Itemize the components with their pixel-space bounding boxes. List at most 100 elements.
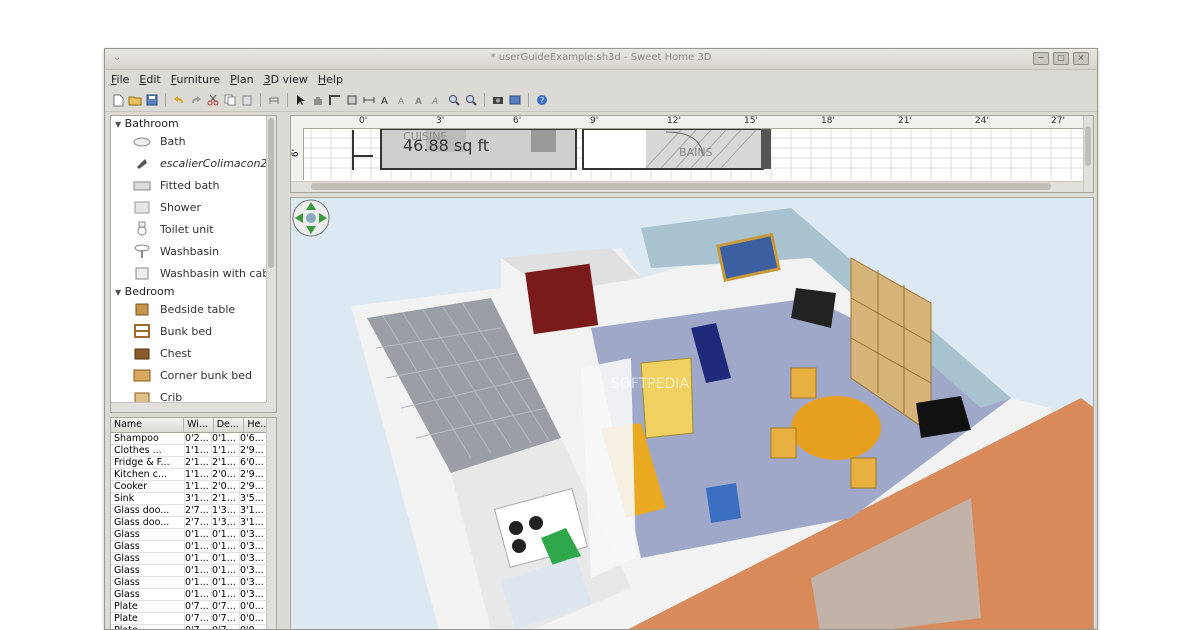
maximize-button[interactable]: □ [1053,52,1069,65]
menu-plan[interactable]: Plan [230,73,253,86]
text-bold-icon[interactable]: A [413,93,427,107]
plan-horizontal-scrollbar[interactable] [291,181,1084,192]
table-row[interactable]: Glass doo... 2'7... 1'3... 3'1... [111,517,276,529]
create-walls-icon[interactable] [328,93,342,107]
window-title: * userGuideExample.sh3d - Sweet Home 3D [490,52,712,63]
table-row[interactable]: Glass 0'1... 0'1... 0'3... [111,541,276,553]
table-cell: 0'1... [212,577,240,588]
table-row[interactable]: Glass 0'1... 0'1... 0'3... [111,529,276,541]
svg-text:A: A [431,97,438,106]
add-text-icon[interactable]: A [379,93,393,107]
category-bedroom[interactable]: ▼ Bedroom [115,285,174,298]
close-button[interactable]: × [1073,52,1089,65]
furniture-table[interactable]: Name Wi... De... He... Shampoo 0'2... 0'1.… [110,417,277,629]
table-row[interactable]: Sink 3'1... 2'1... 3'5... [111,493,276,505]
furniture-catalog[interactable]: ▼ Bathroom Bath escalierColimacon2 Fitte… [110,115,277,413]
chevron-down-icon[interactable]: ▼ [115,288,121,297]
chevron-down-icon[interactable]: ▼ [115,120,121,129]
catalog-item-fitted-bath[interactable]: Fitted bath [133,174,219,196]
plan-vertical-scrollbar[interactable] [1083,116,1093,192]
table-cell: Glass [111,553,185,564]
bunk-bed-icon [134,324,150,338]
create-dimensions-icon[interactable] [362,93,376,107]
select-icon[interactable] [294,93,308,107]
table-row[interactable]: Glass 0'1... 0'1... 0'3... [111,565,276,577]
scroll-thumb[interactable] [1085,126,1091,166]
plan-view[interactable]: CUISINE BAINS 46.88 sq ft 0' 3' 6' 9' 12… [290,115,1094,193]
app-window: ⌄ * userGuideExample.sh3d - Sweet Home 3… [104,48,1098,630]
closet-door [525,263,599,335]
new-home-icon[interactable] [111,93,125,107]
open-icon[interactable] [128,93,142,107]
table-row[interactable]: Clothes ... 1'1... 1'1... 2'9... [111,445,276,457]
table-cell: 0'3... [240,589,269,600]
table-row[interactable]: Glass 0'1... 0'1... 0'3... [111,589,276,601]
menu-help[interactable]: Help [318,73,343,86]
catalog-vertical-scrollbar[interactable] [266,116,276,412]
table-row[interactable]: Plate0'7...0'7...0'0... [111,601,276,613]
table-row[interactable]: Kitchen c... 1'1... 2'0... 2'9... [111,469,276,481]
pan-icon[interactable] [311,93,325,107]
category-bathroom[interactable]: ▼ Bathroom [115,117,179,130]
help-icon[interactable]: ? [535,93,549,107]
table-cell: 0'0... [240,601,269,612]
table-row[interactable]: Glass 0'1... 0'1... 0'3... [111,553,276,565]
catalog-item-chest[interactable]: Chest [133,342,191,364]
column-width[interactable]: Wi... [184,418,214,432]
text-style-icon[interactable]: A [396,93,410,107]
table-row[interactable]: Glass 0'1... 0'1... 0'3... [111,577,276,589]
table-row[interactable]: Fridge & F... 2'1... 2'1... 6'0... [111,457,276,469]
undo-icon[interactable] [172,93,186,107]
table-vertical-scrollbar[interactable] [266,418,276,629]
create-photo-icon[interactable] [491,93,505,107]
paste-icon[interactable] [240,93,254,107]
catalog-item-toilet-unit[interactable]: Toilet unit [133,218,214,240]
text-italic-icon[interactable]: A [430,93,444,107]
menu-3d-view[interactable]: 3D view [264,73,308,86]
cut-icon[interactable] [206,93,220,107]
catalog-item-washbasin-with-cabinet[interactable]: Washbasin with cabinet [133,262,276,284]
table-cell: 1'3... [212,517,240,528]
table-row[interactable]: Glass doo... 2'7... 1'3... 3'1... [111,505,276,517]
create-rooms-icon[interactable] [345,93,359,107]
ruler-label: 18' [821,116,835,126]
zoom-in-icon[interactable] [447,93,461,107]
scroll-thumb[interactable] [311,183,1051,190]
add-furniture-icon[interactable] [267,93,281,107]
catalog-item-washbasin[interactable]: Washbasin [133,240,219,262]
table-cell: Glass doo... [111,517,185,528]
3d-scene: SOFTPEDIA [351,208,1093,629]
table-cell: 0'1... [212,541,240,552]
3d-view[interactable]: SOFTPEDIA [290,197,1094,629]
catalog-item-bedside-table[interactable]: Bedside table [133,298,235,320]
table-cell: 2'1... [185,457,212,468]
zoom-out-icon[interactable] [464,93,478,107]
table-cell: 0'7... [185,601,212,612]
navigation-arrows-icon[interactable] [291,198,331,238]
copy-icon[interactable] [223,93,237,107]
create-video-icon[interactable] [508,93,522,107]
redo-icon[interactable] [189,93,203,107]
table-row[interactable]: Cooker 1'1... 2'0... 2'9... [111,481,276,493]
scroll-thumb[interactable] [268,118,274,268]
catalog-item-bunk-bed[interactable]: Bunk bed [133,320,212,342]
column-depth[interactable]: De... [214,418,245,432]
table-cell: 0'6... [240,433,269,444]
table-cell: Glass [111,529,185,540]
catalog-item-bath[interactable]: Bath [133,130,186,152]
menu-furniture[interactable]: Furniture [171,73,220,86]
menu-edit[interactable]: Edit [139,73,160,86]
minimize-button[interactable]: − [1033,52,1049,65]
table-row[interactable]: Shampoo 0'2... 0'1... 0'6... [111,433,276,445]
save-icon[interactable] [145,93,159,107]
column-name[interactable]: Name [111,418,185,432]
catalog-item-escalier[interactable]: escalierColimacon2 [133,152,267,174]
chair [790,367,817,399]
catalog-item-corner-bunk-bed[interactable]: Corner bunk bed [133,364,252,386]
catalog-item-shower[interactable]: Shower [133,196,201,218]
table-cell: Clothes ... [111,445,185,456]
table-row[interactable]: Plate0'7...0'7...0'0... [111,613,276,625]
catalog-horizontal-scrollbar[interactable] [111,402,267,412]
menu-file[interactable]: File [111,73,129,86]
yellow-cabinet [640,357,694,439]
